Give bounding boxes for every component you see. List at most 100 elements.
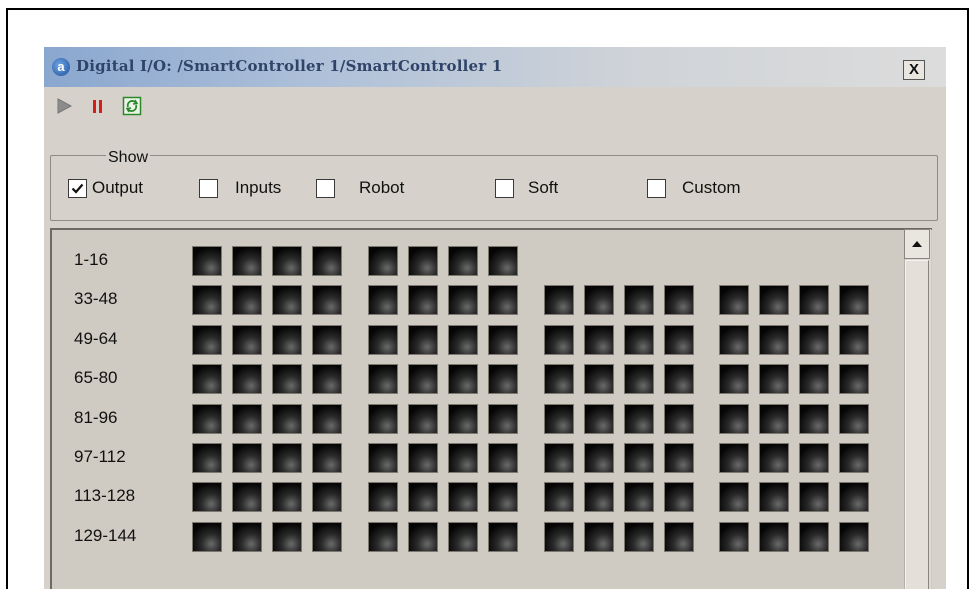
io-signal-indicator[interactable]	[839, 482, 869, 512]
io-signal-indicator[interactable]	[488, 443, 518, 473]
io-signal-indicator[interactable]	[272, 285, 302, 315]
io-signal-indicator[interactable]	[312, 443, 342, 473]
io-signal-indicator[interactable]	[232, 404, 262, 434]
io-signal-indicator[interactable]	[232, 246, 262, 276]
io-signal-indicator[interactable]	[759, 522, 789, 552]
io-signal-indicator[interactable]	[719, 364, 749, 394]
io-signal-indicator[interactable]	[759, 443, 789, 473]
io-signal-indicator[interactable]	[488, 404, 518, 434]
io-signal-indicator[interactable]	[488, 522, 518, 552]
checkbox-custom[interactable]	[647, 179, 666, 198]
io-signal-indicator[interactable]	[312, 285, 342, 315]
io-signal-indicator[interactable]	[799, 404, 829, 434]
io-signal-indicator[interactable]	[192, 285, 222, 315]
io-signal-indicator[interactable]	[488, 364, 518, 394]
close-button[interactable]: X	[903, 60, 925, 80]
io-signal-indicator[interactable]	[664, 404, 694, 434]
io-signal-indicator[interactable]	[368, 285, 398, 315]
io-signal-indicator[interactable]	[719, 285, 749, 315]
io-signal-indicator[interactable]	[664, 364, 694, 394]
checkbox-label-soft[interactable]: Soft	[528, 178, 558, 198]
io-signal-indicator[interactable]	[799, 522, 829, 552]
io-signal-indicator[interactable]	[272, 482, 302, 512]
checkbox-label-output[interactable]: Output	[92, 178, 143, 198]
io-signal-indicator[interactable]	[544, 325, 574, 355]
io-signal-indicator[interactable]	[272, 325, 302, 355]
io-signal-indicator[interactable]	[368, 443, 398, 473]
checkbox-inputs[interactable]	[199, 179, 218, 198]
io-signal-indicator[interactable]	[664, 325, 694, 355]
io-signal-indicator[interactable]	[544, 364, 574, 394]
io-signal-indicator[interactable]	[192, 404, 222, 434]
io-signal-indicator[interactable]	[448, 482, 478, 512]
io-signal-indicator[interactable]	[759, 364, 789, 394]
io-signal-indicator[interactable]	[488, 246, 518, 276]
io-signal-indicator[interactable]	[799, 443, 829, 473]
io-signal-indicator[interactable]	[192, 522, 222, 552]
io-signal-indicator[interactable]	[719, 404, 749, 434]
io-signal-indicator[interactable]	[544, 482, 574, 512]
io-signal-indicator[interactable]	[664, 522, 694, 552]
io-signal-indicator[interactable]	[232, 285, 262, 315]
io-signal-indicator[interactable]	[839, 364, 869, 394]
io-signal-indicator[interactable]	[232, 364, 262, 394]
io-signal-indicator[interactable]	[368, 364, 398, 394]
io-signal-indicator[interactable]	[799, 285, 829, 315]
io-signal-indicator[interactable]	[448, 522, 478, 552]
io-signal-indicator[interactable]	[312, 482, 342, 512]
scroll-thumb[interactable]	[905, 260, 929, 589]
io-signal-indicator[interactable]	[448, 443, 478, 473]
checkbox-output[interactable]	[68, 179, 87, 198]
io-signal-indicator[interactable]	[544, 522, 574, 552]
io-signal-indicator[interactable]	[272, 443, 302, 473]
io-signal-indicator[interactable]	[624, 364, 654, 394]
checkbox-label-robot[interactable]: Robot	[359, 178, 404, 198]
checkbox-label-inputs[interactable]: Inputs	[235, 178, 281, 198]
io-signal-indicator[interactable]	[624, 443, 654, 473]
io-signal-indicator[interactable]	[759, 285, 789, 315]
checkbox-robot[interactable]	[316, 179, 335, 198]
io-signal-indicator[interactable]	[408, 325, 438, 355]
io-signal-indicator[interactable]	[232, 443, 262, 473]
io-signal-indicator[interactable]	[584, 482, 614, 512]
io-signal-indicator[interactable]	[759, 404, 789, 434]
io-signal-indicator[interactable]	[192, 325, 222, 355]
io-signal-indicator[interactable]	[544, 443, 574, 473]
io-signal-indicator[interactable]	[368, 482, 398, 512]
io-signal-indicator[interactable]	[272, 364, 302, 394]
io-signal-indicator[interactable]	[799, 325, 829, 355]
io-signal-indicator[interactable]	[312, 404, 342, 434]
io-signal-indicator[interactable]	[799, 364, 829, 394]
io-signal-indicator[interactable]	[312, 325, 342, 355]
play-icon[interactable]	[54, 96, 74, 116]
io-signal-indicator[interactable]	[624, 285, 654, 315]
io-signal-indicator[interactable]	[624, 522, 654, 552]
io-signal-indicator[interactable]	[488, 285, 518, 315]
io-signal-indicator[interactable]	[448, 364, 478, 394]
io-signal-indicator[interactable]	[232, 522, 262, 552]
io-signal-indicator[interactable]	[719, 522, 749, 552]
io-signal-indicator[interactable]	[192, 364, 222, 394]
io-signal-indicator[interactable]	[192, 482, 222, 512]
io-signal-indicator[interactable]	[799, 482, 829, 512]
io-signal-indicator[interactable]	[584, 522, 614, 552]
io-signal-indicator[interactable]	[488, 325, 518, 355]
io-signal-indicator[interactable]	[839, 325, 869, 355]
io-signal-indicator[interactable]	[719, 443, 749, 473]
title-bar[interactable]: a Digital I/O: /SmartController 1/SmartC…	[44, 47, 946, 87]
io-signal-indicator[interactable]	[664, 482, 694, 512]
io-signal-indicator[interactable]	[232, 482, 262, 512]
io-signal-indicator[interactable]	[312, 522, 342, 552]
io-signal-indicator[interactable]	[584, 404, 614, 434]
io-signal-indicator[interactable]	[408, 522, 438, 552]
io-signal-indicator[interactable]	[839, 443, 869, 473]
io-signal-indicator[interactable]	[408, 246, 438, 276]
io-signal-indicator[interactable]	[368, 325, 398, 355]
io-signal-indicator[interactable]	[584, 285, 614, 315]
io-signal-indicator[interactable]	[368, 246, 398, 276]
io-signal-indicator[interactable]	[312, 246, 342, 276]
io-signal-indicator[interactable]	[664, 285, 694, 315]
io-signal-indicator[interactable]	[408, 404, 438, 434]
io-signal-indicator[interactable]	[584, 443, 614, 473]
io-signal-indicator[interactable]	[624, 482, 654, 512]
